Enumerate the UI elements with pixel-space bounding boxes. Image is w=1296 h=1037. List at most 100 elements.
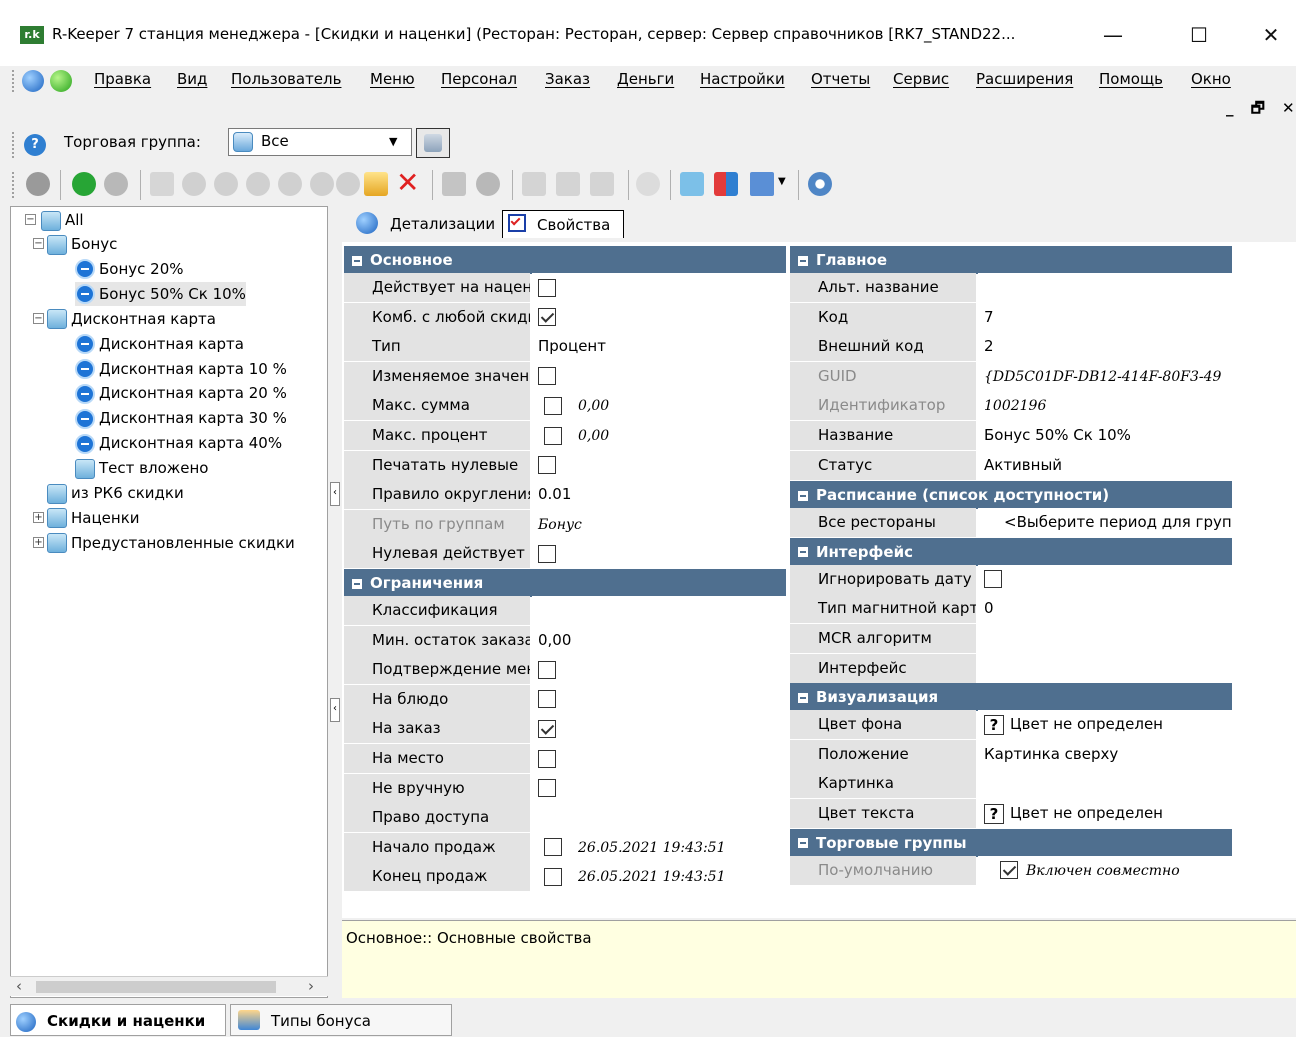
checkbox[interactable] [544, 426, 562, 445]
property-value[interactable]: Картинка сверху [978, 739, 1232, 769]
section-visualization[interactable]: Визуализация [790, 683, 1232, 712]
menu-item[interactable]: Пользователь [231, 70, 341, 88]
property-value[interactable] [532, 655, 786, 685]
window-tab-discounts[interactable]: Скидки и наценки [10, 1004, 226, 1036]
property-value[interactable] [532, 684, 786, 714]
expand-icon[interactable]: + [33, 511, 44, 523]
colors-icon[interactable] [714, 172, 738, 196]
save-icon[interactable] [442, 172, 466, 196]
tree-item[interactable]: Бонус 20% [75, 257, 184, 281]
checkbox[interactable] [1000, 861, 1018, 880]
property-value[interactable]: Включен совместно [978, 855, 1232, 885]
back-icon[interactable] [72, 172, 96, 196]
checkbox[interactable] [538, 749, 556, 768]
checkbox[interactable] [538, 660, 556, 679]
property-value[interactable]: Активный [978, 450, 1232, 480]
checkbox[interactable] [538, 308, 556, 327]
scroll-left-icon[interactable]: ‹ [16, 977, 22, 995]
property-value[interactable] [978, 653, 1232, 683]
menu-item[interactable]: Помощь [1099, 70, 1163, 88]
sync-icon[interactable] [680, 172, 704, 196]
collapse-section-icon[interactable] [352, 255, 362, 266]
tree-view-icon[interactable] [150, 172, 174, 196]
refresh-icon[interactable] [26, 172, 50, 196]
property-value[interactable] [532, 744, 786, 773]
property-value[interactable] [532, 450, 786, 480]
menu-item[interactable]: Персонал [441, 70, 517, 88]
property-value[interactable] [978, 273, 1232, 302]
property-value[interactable]: <Выберите период для групп [978, 508, 1232, 538]
property-value[interactable]: 0,00 [532, 625, 786, 655]
property-value[interactable]: {DD5C01DF-DB12-414F-80F3-49 [978, 361, 1232, 391]
item-6-icon[interactable] [336, 172, 360, 196]
tree-horizontal-scrollbar[interactable]: ‹ › [10, 976, 328, 996]
menu-item[interactable]: Заказ [545, 70, 590, 88]
menu-item[interactable]: Деньги [617, 70, 674, 88]
chevron-down-icon[interactable]: ▼ [389, 135, 397, 148]
tree-item[interactable]: Дисконтная карта 40% [75, 431, 282, 455]
property-value[interactable] [532, 714, 786, 744]
collapse-section-icon[interactable] [798, 255, 808, 266]
property-value[interactable]: 0.01 [532, 480, 786, 510]
collapse-left-icon[interactable]: ‹ [330, 698, 340, 722]
property-value[interactable]: 2 [978, 332, 1232, 362]
menu-item[interactable]: Меню [370, 70, 415, 88]
menu-item[interactable]: Расширения [976, 70, 1073, 88]
menu-item[interactable]: Отчеты [811, 70, 870, 88]
property-value[interactable] [532, 273, 786, 302]
property-value[interactable]: Процент [532, 332, 786, 362]
tree-item[interactable]: Дисконтная карта [47, 307, 216, 331]
scroll-right-icon[interactable]: › [308, 977, 314, 995]
property-value[interactable]: Бонус [532, 509, 786, 539]
tree-item[interactable]: Тест вложено [75, 456, 208, 480]
property-value[interactable] [532, 361, 786, 391]
settings-gear-icon[interactable] [808, 172, 832, 196]
menu-item[interactable]: Настройки [700, 70, 785, 88]
tab-details[interactable]: Детализации [386, 210, 499, 238]
checkbox[interactable] [544, 396, 562, 415]
property-value[interactable]: 0,00 [532, 421, 786, 450]
checkbox[interactable] [538, 719, 556, 738]
forward-icon[interactable] [104, 172, 128, 196]
tree-item[interactable]: Бонус 50% Ск 10% [75, 281, 246, 306]
property-value[interactable] [978, 564, 1232, 594]
property-value[interactable] [532, 539, 786, 569]
paste-icon[interactable] [590, 172, 614, 196]
item-1-icon[interactable] [182, 172, 206, 196]
property-value[interactable] [978, 769, 1232, 799]
minimize-button[interactable]: — [1090, 16, 1136, 54]
property-value[interactable]: 0 [978, 594, 1232, 624]
expand-icon[interactable]: + [33, 536, 44, 548]
chevron-down-icon[interactable]: ▼ [778, 176, 786, 187]
section-limits[interactable]: Ограничения [344, 569, 786, 597]
splitter[interactable]: ‹ ‹ [328, 206, 342, 998]
copy-icon[interactable] [522, 172, 546, 196]
tree-root[interactable]: All [41, 208, 84, 232]
maximize-button[interactable]: ☐ [1176, 16, 1222, 54]
collapse-section-icon[interactable] [352, 578, 362, 589]
collapse-icon[interactable]: − [33, 238, 44, 249]
checkbox[interactable] [538, 779, 556, 798]
collapse-left-icon[interactable]: ‹ [330, 482, 340, 506]
checkbox[interactable] [538, 690, 556, 709]
property-value[interactable] [532, 773, 786, 803]
property-value[interactable]: 26.05.2021 19:43:51 [532, 862, 786, 892]
menu-item[interactable]: Правка [94, 70, 151, 88]
export-icon[interactable] [364, 172, 388, 196]
item-4-icon[interactable] [278, 172, 302, 196]
checkbox[interactable] [538, 367, 556, 386]
menu-item[interactable]: Окно [1191, 70, 1231, 88]
property-value[interactable]: ? Цвет не определен [978, 799, 1232, 828]
collapse-icon[interactable]: − [25, 214, 36, 225]
scroll-thumb[interactable] [36, 981, 276, 993]
app-globe-icon[interactable] [22, 70, 44, 92]
tree-item[interactable]: Дисконтная карта 30 % [75, 406, 287, 430]
checkbox[interactable] [538, 456, 556, 475]
cut-icon[interactable] [556, 172, 580, 196]
grid-view-icon[interactable] [750, 172, 774, 196]
property-value[interactable]: 7 [978, 302, 1232, 332]
item-3-icon[interactable] [246, 172, 270, 196]
checkbox[interactable] [984, 570, 1002, 589]
section-schedule[interactable]: Расписание (список доступности) [790, 481, 1232, 510]
collapse-icon[interactable]: − [33, 312, 44, 324]
